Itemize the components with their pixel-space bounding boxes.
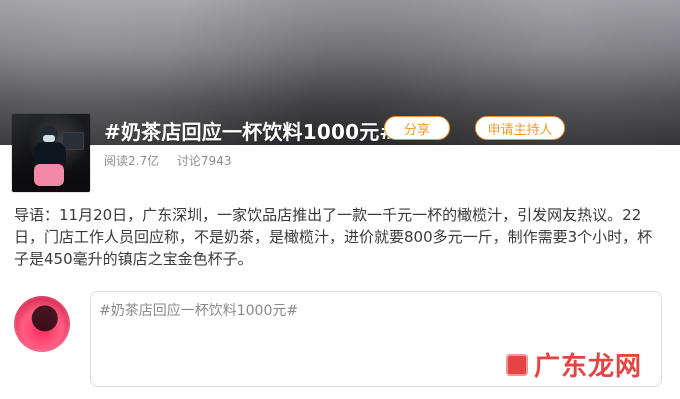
cover-pink-chair <box>34 164 64 186</box>
read-count: 阅读2.7亿 <box>104 154 160 168</box>
watermark-text: 广东龙网 <box>533 352 642 382</box>
cover-person-mask <box>43 135 55 142</box>
topic-title: #奶茶店回应一杯饮料1000元# <box>104 120 397 144</box>
topic-stats: 阅读2.7亿 讨论7943 <box>104 152 245 169</box>
watermark: 广东龙网 <box>505 346 642 383</box>
discussion-count: 讨论7943 <box>176 154 232 168</box>
topic-cover-image <box>12 114 90 192</box>
composer-text[interactable]: #奶茶店回应一杯饮料1000元# <box>99 300 298 320</box>
share-button[interactable]: 分享 <box>384 116 450 140</box>
watermark-logo-icon <box>505 353 528 376</box>
cover-monitor <box>62 132 84 150</box>
apply-host-button[interactable]: 申请主持人 <box>475 116 565 140</box>
topic-intro: 导语：11月20日，广东深圳，一家饮品店推出了一款一千元一杯的橄榄汁，引发网友热… <box>14 206 653 268</box>
user-avatar[interactable] <box>14 296 70 352</box>
